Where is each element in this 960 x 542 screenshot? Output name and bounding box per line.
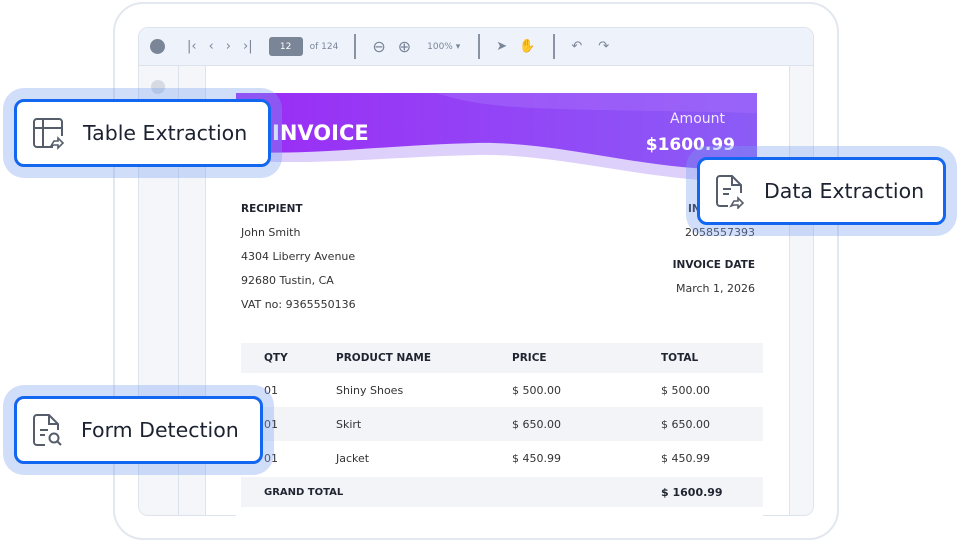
callout-label: Data Extraction bbox=[764, 179, 925, 203]
cell-product: Shiny Shoes bbox=[336, 383, 404, 397]
first-page-icon[interactable]: |‹ bbox=[187, 39, 197, 54]
grand-total-label: GRAND TOTAL bbox=[264, 486, 344, 498]
grand-total-row: GRAND TOTAL $ 1600.99 bbox=[241, 477, 763, 507]
invoice-date-label: INVOICE DATE bbox=[672, 259, 755, 271]
document-export-icon bbox=[716, 175, 745, 209]
sidebar-dot-icon[interactable] bbox=[151, 80, 165, 94]
page-number-input[interactable]: 12 bbox=[268, 37, 303, 56]
cell-price: $ 450.99 bbox=[512, 451, 561, 465]
menu-dot-icon[interactable] bbox=[150, 39, 165, 54]
amount-label: Amount bbox=[669, 111, 725, 127]
table-row: 01 Shiny Shoes $ 500.00 $ 500.00 bbox=[241, 373, 763, 407]
cell-total: $ 450.99 bbox=[661, 451, 710, 465]
invoice-page: INVOICE Amount $1600.99 RECIPIENT John S… bbox=[236, 93, 763, 516]
recipient-address-2: 92680 Tustin, CA bbox=[241, 274, 334, 287]
scrollbar[interactable] bbox=[789, 66, 813, 515]
recipient-vat: VAT no: 9365550136 bbox=[241, 298, 356, 311]
data-extraction-callout[interactable]: Data Extraction bbox=[697, 157, 946, 225]
header-qty: QTY bbox=[264, 352, 288, 364]
zoom-out-icon[interactable]: ⊖ bbox=[372, 37, 385, 56]
divider bbox=[478, 34, 481, 59]
header-price: PRICE bbox=[512, 352, 547, 364]
cell-qty: 01 bbox=[264, 383, 278, 397]
redo-icon[interactable]: ↷ bbox=[598, 39, 609, 54]
invoice-title: INVOICE bbox=[272, 121, 369, 145]
document-search-icon bbox=[33, 414, 62, 446]
recipient-name: John Smith bbox=[241, 226, 301, 239]
cell-product: Jacket bbox=[336, 451, 370, 465]
header-product: PRODUCT NAME bbox=[336, 352, 432, 364]
callout-label: Form Detection bbox=[81, 418, 239, 442]
table-icon bbox=[33, 118, 65, 150]
divider bbox=[553, 34, 556, 59]
zoom-select[interactable]: 100% ▾ bbox=[427, 42, 460, 52]
recipient-address-1: 4304 Liberry Avenue bbox=[241, 250, 356, 263]
callout-label: Table Extraction bbox=[83, 121, 248, 145]
table-extraction-callout[interactable]: Table Extraction bbox=[14, 99, 271, 167]
recipient-label: RECIPIENT bbox=[241, 203, 303, 215]
cell-total: $ 500.00 bbox=[661, 383, 710, 397]
toolbar: |‹ ‹ › ›| 12 of 124 ⊖ ⊕ 100% ▾ ➤ ✋ ↶ ↷ bbox=[139, 28, 813, 66]
undo-icon[interactable]: ↶ bbox=[571, 39, 582, 54]
header-total: TOTAL bbox=[661, 352, 699, 364]
cell-product: Skirt bbox=[336, 417, 362, 431]
zoom-value: 100% bbox=[427, 41, 453, 52]
grand-total-value: $ 1600.99 bbox=[661, 485, 723, 499]
cell-price: $ 500.00 bbox=[512, 383, 561, 397]
invoice-date: March 1, 2026 bbox=[675, 282, 755, 295]
table-row: 01 Skirt $ 650.00 $ 650.00 bbox=[241, 407, 763, 441]
zoom-in-icon[interactable]: ⊕ bbox=[398, 37, 411, 56]
invoice-number: 2058557393 bbox=[685, 226, 755, 239]
prev-page-icon[interactable]: ‹ bbox=[209, 39, 214, 54]
hand-icon[interactable]: ✋ bbox=[519, 39, 535, 54]
next-page-icon[interactable]: › bbox=[226, 39, 231, 54]
line-items-table: QTY PRODUCT NAME PRICE TOTAL 01 Shiny Sh… bbox=[241, 343, 763, 507]
last-page-icon[interactable]: ›| bbox=[243, 39, 253, 54]
table-row: 01 Jacket $ 450.99 $ 450.99 bbox=[241, 441, 763, 475]
cell-total: $ 650.00 bbox=[661, 417, 710, 431]
cell-price: $ 650.00 bbox=[512, 417, 561, 431]
divider bbox=[354, 34, 357, 59]
table-header: QTY PRODUCT NAME PRICE TOTAL bbox=[241, 343, 763, 373]
page-total: of 124 bbox=[309, 41, 339, 52]
form-detection-callout[interactable]: Form Detection bbox=[14, 396, 263, 464]
pointer-icon[interactable]: ➤ bbox=[496, 39, 507, 54]
amount-value: $1600.99 bbox=[645, 135, 735, 155]
